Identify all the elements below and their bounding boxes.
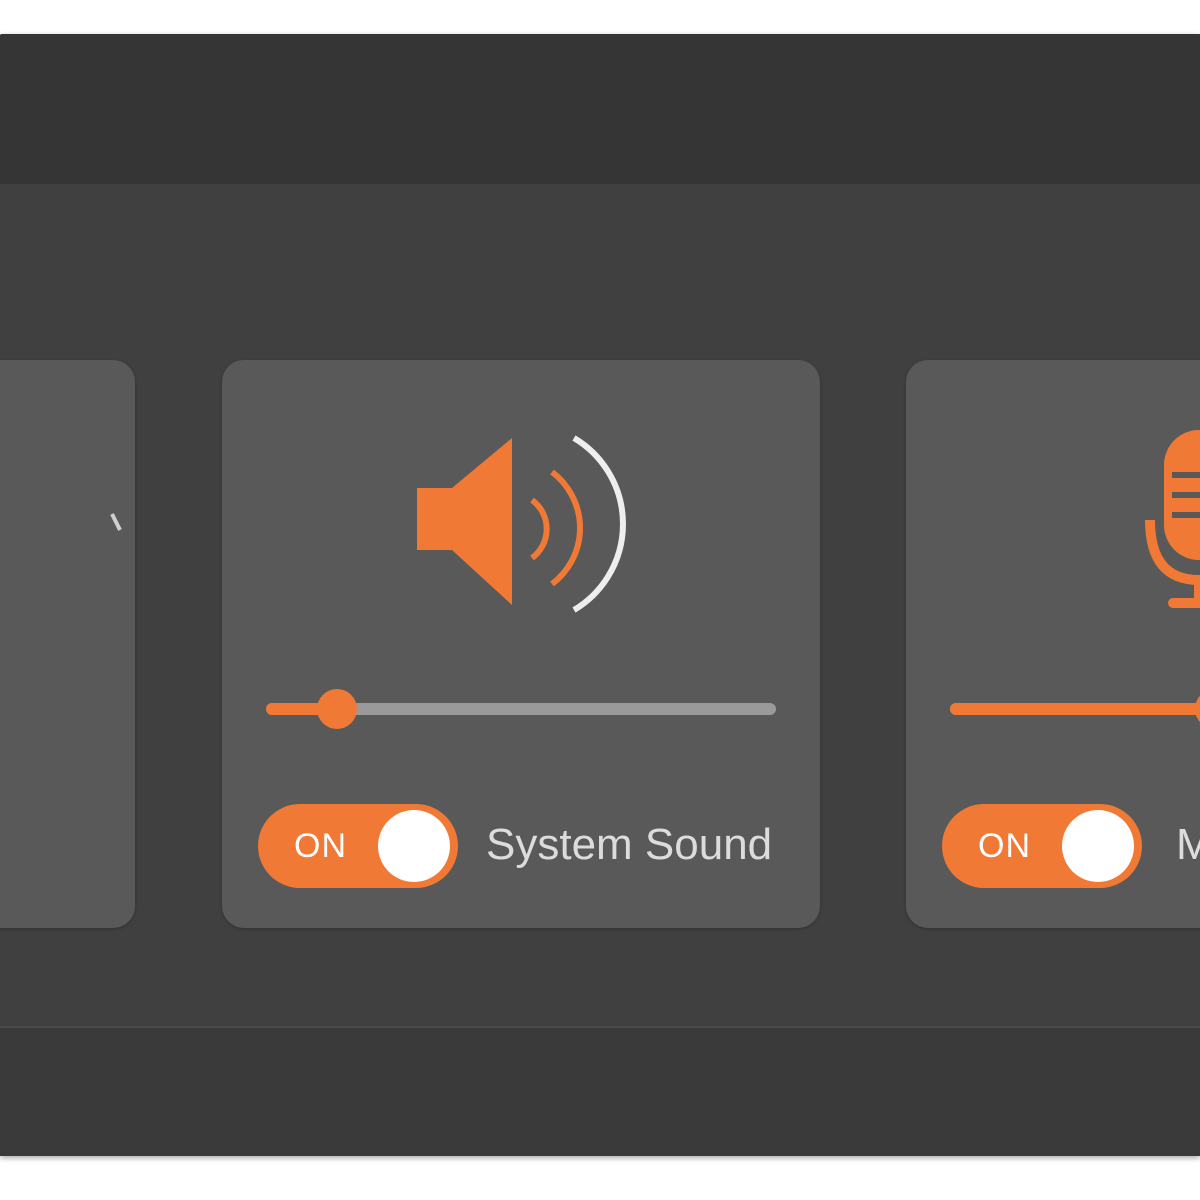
system-sound-toggle[interactable]: ON: [258, 804, 458, 888]
microphone-toggle[interactable]: ON: [942, 804, 1142, 888]
footer-bar: [0, 1026, 1200, 1156]
slider-fill: [950, 703, 1200, 715]
speaker-icon: [412, 430, 642, 625]
microphone-volume-slider[interactable]: [950, 687, 1200, 731]
main-panel: ON System Sound ON M: [0, 184, 1200, 1026]
slider-thumb[interactable]: [317, 689, 358, 729]
partial-icon: [110, 513, 122, 531]
microphone-label: M: [1176, 820, 1200, 869]
app-window: ON System Sound ON M: [0, 34, 1200, 1156]
title-bar: [0, 34, 1200, 184]
system-sound-volume-slider[interactable]: [266, 687, 776, 731]
microphone-icon: [1142, 430, 1200, 625]
toggle-knob: [1062, 810, 1134, 882]
slider-thumb[interactable]: [1195, 689, 1200, 729]
toggle-state-label: ON: [294, 827, 347, 865]
system-sound-label: System Sound: [486, 820, 773, 869]
toggle-state-label: ON: [978, 827, 1031, 865]
system-sound-card: ON System Sound: [222, 360, 820, 928]
left-card-partial[interactable]: [0, 360, 135, 928]
toggle-knob: [378, 810, 450, 882]
microphone-card: ON M: [906, 360, 1200, 928]
